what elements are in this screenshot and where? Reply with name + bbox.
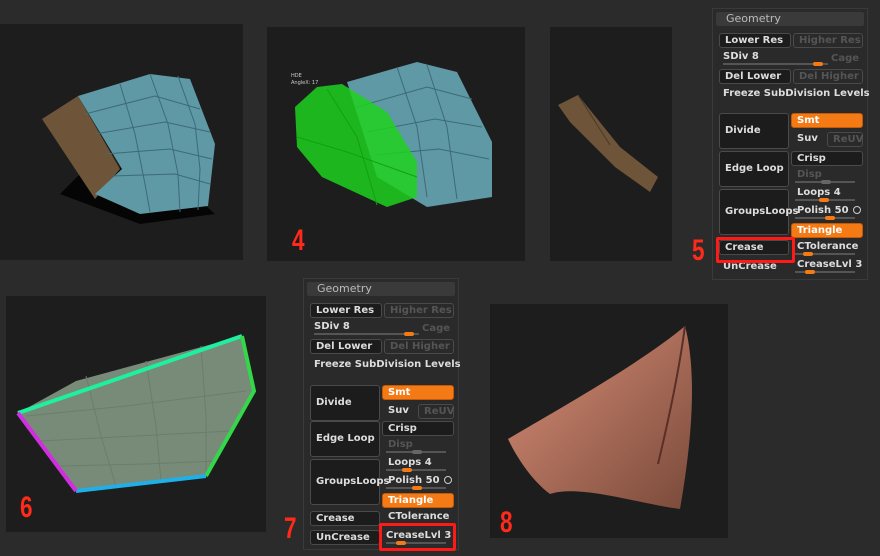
mesh-render-3 (558, 94, 658, 192)
ctolerance-label-b: CTolerance (388, 511, 450, 522)
overlay-text-line2: AngleX: 17 (291, 80, 319, 86)
mesh-render-6 (16, 334, 257, 493)
edge-loop-button[interactable]: Edge Loop (719, 151, 789, 187)
geometry-title-b: Geometry (307, 282, 455, 296)
crease-lvl-label: CreaseLvl 3 (797, 259, 863, 270)
overlay-text-line1: HDE (291, 73, 302, 79)
disp-slider[interactable] (795, 180, 855, 184)
ctolerance-label: CTolerance (797, 241, 859, 252)
viewport-image-3 (550, 27, 672, 261)
step-number-4: 4 (292, 224, 305, 257)
divide-button-b[interactable]: Divide (310, 385, 380, 421)
sdiv-slider-b[interactable] (314, 332, 419, 336)
polish-label: Polish 50 (797, 205, 849, 216)
step-number-6: 6 (20, 491, 33, 524)
suv-toggle[interactable]: Suv (797, 133, 818, 144)
geometry-title: Geometry (716, 12, 864, 26)
sdiv-slider[interactable] (723, 62, 828, 66)
disp-label[interactable]: Disp (797, 169, 822, 180)
viewport-image-2: HDE AngleX: 17 (267, 27, 525, 261)
disp-label-b[interactable]: Disp (388, 439, 413, 450)
loops-label-b: Loops 4 (388, 457, 432, 468)
sdiv-label-b: SDiv 8 (314, 321, 350, 332)
polish-label-b: Polish 50 (388, 475, 440, 486)
freeze-subdivision-button-b[interactable]: Freeze SubDivision Levels (314, 359, 461, 370)
mesh-render-1 (42, 73, 215, 224)
lower-res-button[interactable]: Lower Res (719, 33, 791, 48)
higher-res-button[interactable]: Higher Res (793, 33, 863, 48)
smt-toggle-b[interactable]: Smt (382, 385, 454, 400)
polish-circle-icon[interactable] (853, 206, 861, 214)
groups-loops-button-b[interactable]: GroupsLoops (310, 459, 389, 505)
del-higher-button-b[interactable]: Del Higher (384, 339, 454, 354)
crease-lvl-slider[interactable] (795, 270, 855, 274)
edge-loop-button-b[interactable]: Edge Loop (310, 421, 380, 457)
polish-circle-icon-b[interactable] (444, 476, 452, 484)
crease-lvl-highlight-box (379, 523, 456, 551)
cage-label[interactable]: Cage (831, 53, 859, 64)
geometry-panel-b: Geometry Lower Res Higher Res SDiv 8 Cag… (303, 278, 461, 551)
viewport-image-1 (0, 24, 243, 260)
polish-slider[interactable] (795, 216, 855, 220)
polish-slider-b[interactable] (386, 486, 446, 490)
smt-toggle[interactable]: Smt (791, 113, 863, 128)
freeze-subdivision-button[interactable]: Freeze SubDivision Levels (723, 88, 870, 99)
step-number-5: 5 (692, 234, 705, 267)
crease-button-b[interactable]: Crease (310, 511, 380, 526)
mesh-render-8 (508, 325, 692, 509)
loops-label: Loops 4 (797, 187, 841, 198)
del-lower-button[interactable]: Del Lower (719, 69, 791, 84)
crease-highlight-box (716, 237, 795, 263)
triangle-toggle[interactable]: Triangle (791, 223, 863, 238)
viewport-image-6 (6, 296, 266, 532)
del-higher-button[interactable]: Del Higher (793, 69, 863, 84)
step-number-7: 7 (284, 512, 297, 545)
divide-button[interactable]: Divide (719, 113, 789, 149)
ctolerance-slider[interactable] (795, 252, 855, 256)
lower-res-button-b[interactable]: Lower Res (310, 303, 382, 318)
del-lower-button-b[interactable]: Del Lower (310, 339, 382, 354)
disp-slider-b[interactable] (386, 450, 446, 454)
crisp-toggle[interactable]: Crisp (791, 151, 863, 166)
loops-slider[interactable] (795, 198, 855, 202)
cage-label-b[interactable]: Cage (422, 323, 450, 334)
viewport-image-8 (490, 304, 728, 538)
sdiv-label: SDiv 8 (723, 51, 759, 62)
geometry-panel-a: Geometry Lower Res Higher Res SDiv 8 Cag… (712, 8, 870, 280)
reuv-button[interactable]: ReUV (827, 132, 863, 147)
mesh-render-2 (295, 62, 492, 207)
loops-slider-b[interactable] (386, 468, 446, 472)
groups-loops-button[interactable]: GroupsLoops (719, 189, 798, 235)
crisp-toggle-b[interactable]: Crisp (382, 421, 454, 436)
higher-res-button-b[interactable]: Higher Res (384, 303, 454, 318)
uncrease-button-b[interactable]: UnCrease (310, 530, 380, 545)
step-number-8: 8 (500, 506, 513, 539)
triangle-toggle-b[interactable]: Triangle (382, 493, 454, 508)
suv-toggle-b[interactable]: Suv (388, 405, 409, 416)
reuv-button-b[interactable]: ReUV (418, 404, 454, 419)
